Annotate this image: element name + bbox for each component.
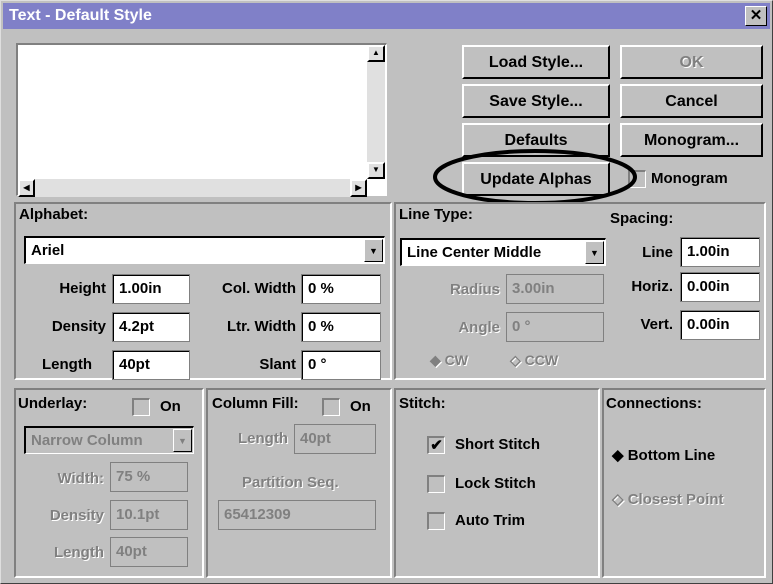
spacing-horiz-label: Horiz. [631, 278, 673, 295]
column-fill-length-field[interactable]: 40pt [294, 424, 376, 454]
slant-field[interactable]: 0 ° [301, 350, 381, 380]
column-fill-on-label: On [350, 398, 371, 415]
preview-text-area[interactable]: ▲ ▼ ◀ ▶ [16, 43, 387, 197]
scroll-right-button[interactable]: ▶ [350, 179, 367, 197]
cancel-button[interactable]: Cancel [620, 84, 763, 118]
angle-label: Angle [458, 319, 500, 336]
spacing-vert-label: Vert. [640, 316, 673, 333]
cw-label: CW [444, 352, 468, 368]
underlay-density-label: Density [49, 507, 104, 524]
window-title: Text - Default Style [9, 7, 152, 24]
closest-point-radio[interactable]: ◇ Closest Point [612, 490, 724, 508]
stitch-header: Stitch: [399, 395, 446, 412]
angle-field[interactable]: 0 ° [506, 312, 604, 342]
column-fill-on-checkbox[interactable] [322, 398, 340, 416]
spacing-header: Spacing: [610, 210, 674, 227]
height-field[interactable]: 1.00in [112, 274, 190, 304]
horizontal-scrollbar[interactable]: ◀ ▶ [18, 179, 367, 197]
line-type-header: Line Type: [399, 206, 473, 223]
bottom-line-label: Bottom Line [627, 447, 716, 464]
ccw-label: CCW [524, 352, 559, 368]
scroll-left-button[interactable]: ◀ [18, 179, 35, 197]
underlay-on-label: On [160, 398, 181, 415]
underlay-header: Underlay: [18, 395, 88, 412]
col-width-label: Col. Width [221, 280, 296, 297]
partition-seq-field[interactable]: 65412309 [218, 500, 376, 530]
title-bar[interactable]: Text - Default Style ✕ [3, 3, 770, 29]
closest-point-label: Closest Point [627, 491, 724, 508]
length-field[interactable]: 40pt [112, 350, 190, 380]
spacing-vert-field[interactable]: 0.00in [680, 310, 760, 340]
ltr-width-field[interactable]: 0 % [301, 312, 381, 342]
radius-field[interactable]: 3.00in [506, 274, 604, 304]
bottom-line-radio[interactable]: ◆ Bottom Line [612, 446, 715, 464]
connections-header: Connections: [606, 395, 702, 412]
lock-stitch-checkbox[interactable] [427, 475, 445, 493]
line-type-select-value: Line Center Middle [407, 244, 542, 261]
ltr-width-label: Ltr. Width [226, 318, 296, 335]
connections-panel [602, 388, 766, 578]
column-fill-length-label: Length [238, 430, 288, 447]
underlay-width-field[interactable]: 75 % [110, 462, 188, 492]
slant-label: Slant [259, 356, 296, 373]
cw-radio[interactable]: ◆ CW [430, 352, 468, 369]
annotation-ellipse [433, 149, 637, 205]
radius-label: Radius [449, 281, 500, 298]
col-width-field[interactable]: 0 % [301, 274, 381, 304]
load-style-button[interactable]: Load Style... [462, 45, 610, 79]
chevron-down-icon[interactable]: ▼ [173, 429, 192, 452]
underlay-width-label: Width: [57, 470, 104, 487]
underlay-type-value: Narrow Column [31, 432, 143, 449]
ccw-radio[interactable]: ◇ CCW [510, 352, 558, 369]
lock-stitch-label: Lock Stitch [455, 475, 536, 492]
column-fill-header: Column Fill: [212, 395, 299, 412]
short-stitch-label: Short Stitch [455, 436, 540, 453]
monogram-checkbox-label: Monogram [651, 170, 728, 187]
ok-button[interactable]: OK [620, 45, 763, 79]
density-field[interactable]: 4.2pt [112, 312, 190, 342]
spacing-line-label: Line [642, 244, 673, 261]
close-button[interactable]: ✕ [745, 6, 767, 26]
underlay-type-select[interactable]: Narrow Column ▼ [24, 426, 194, 454]
short-stitch-checkbox[interactable]: ✔ [427, 436, 445, 454]
monogram-button[interactable]: Monogram... [620, 123, 763, 157]
auto-trim-checkbox[interactable] [427, 512, 445, 530]
partition-seq-label: Partition Seq. [242, 474, 339, 491]
length-label: Length [42, 356, 92, 373]
underlay-length-field[interactable]: 40pt [110, 537, 188, 567]
scroll-down-button[interactable]: ▼ [367, 162, 385, 179]
chevron-down-icon[interactable]: ▼ [585, 241, 604, 264]
underlay-density-field[interactable]: 10.1pt [110, 500, 188, 530]
spacing-horiz-field[interactable]: 0.00in [680, 272, 760, 302]
line-type-select[interactable]: Line Center Middle ▼ [400, 238, 606, 266]
underlay-length-label: Length [54, 544, 104, 561]
chevron-down-icon[interactable]: ▼ [364, 239, 383, 262]
density-label: Density [51, 318, 106, 335]
alphabet-select-value: Ariel [31, 242, 65, 259]
vertical-scrollbar[interactable]: ▲ ▼ [367, 45, 385, 179]
auto-trim-label: Auto Trim [455, 512, 525, 529]
spacing-line-field[interactable]: 1.00in [680, 237, 760, 267]
save-style-button[interactable]: Save Style... [462, 84, 610, 118]
underlay-on-checkbox[interactable] [132, 398, 150, 416]
alphabet-select[interactable]: Ariel ▼ [24, 236, 385, 264]
height-label: Height [59, 280, 106, 297]
alphabet-header: Alphabet: [19, 206, 89, 223]
scroll-up-button[interactable]: ▲ [367, 45, 385, 62]
